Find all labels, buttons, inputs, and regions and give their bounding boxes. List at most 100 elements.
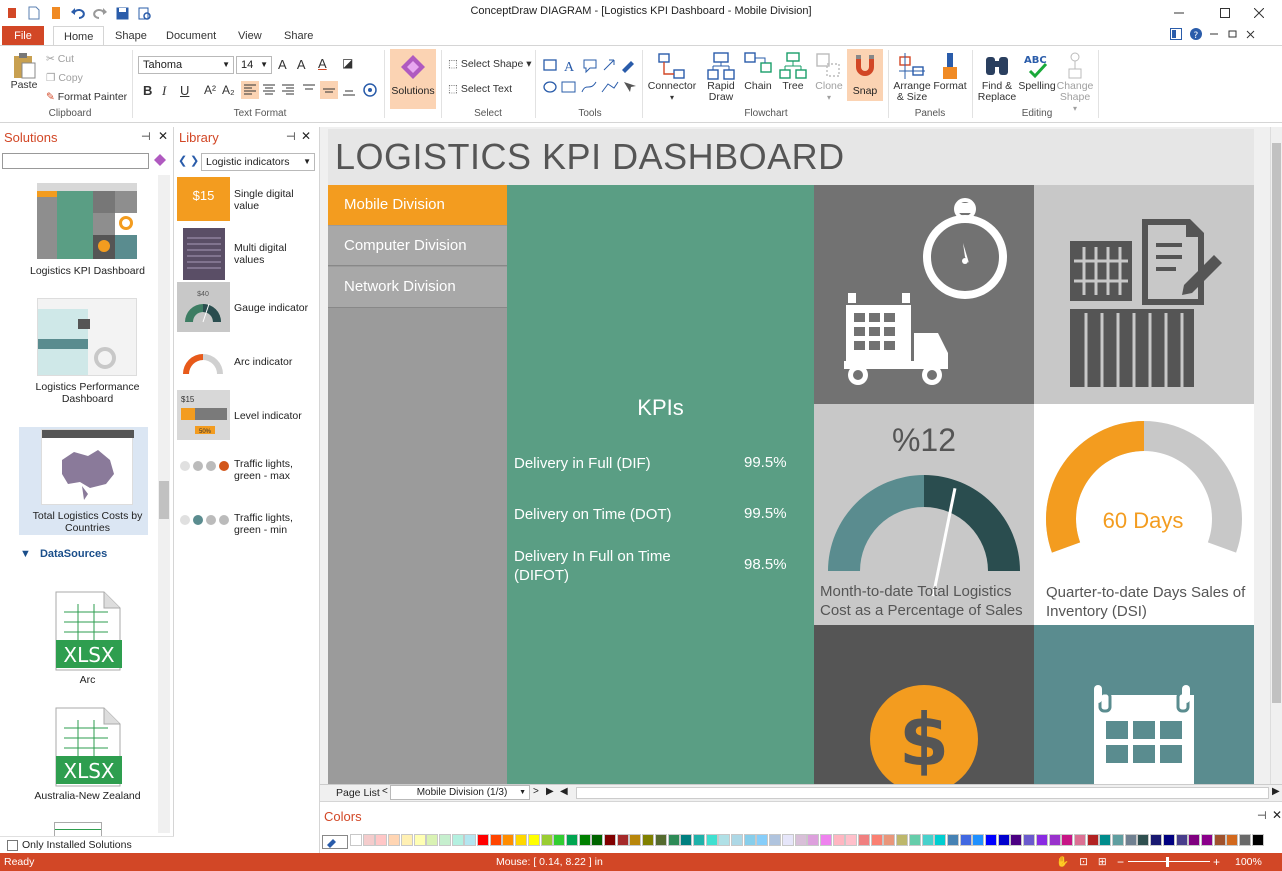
color-swatch[interactable] xyxy=(616,834,629,846)
solution-item-logistics-performance-dashboard[interactable]: Logistics Performance Dashboard xyxy=(20,381,155,405)
pen-tool-icon[interactable] xyxy=(622,61,634,73)
align-bottom-button[interactable] xyxy=(340,81,358,99)
page-end-icon[interactable]: ▶ xyxy=(546,786,554,797)
italic-icon[interactable]: I xyxy=(162,83,166,99)
color-swatch[interactable] xyxy=(565,834,578,846)
spelling-button[interactable]: ABC Spelling xyxy=(1018,51,1056,92)
color-swatch[interactable] xyxy=(781,834,794,846)
color-swatch[interactable] xyxy=(477,834,489,846)
color-swatch[interactable] xyxy=(489,834,502,846)
color-swatch[interactable] xyxy=(388,834,401,846)
close-panel-icon[interactable]: ✕ xyxy=(158,129,168,143)
pin-icon[interactable]: ⊣ xyxy=(1257,809,1267,822)
color-swatch[interactable] xyxy=(667,834,680,846)
tab-view[interactable]: View xyxy=(228,26,272,46)
color-swatch[interactable] xyxy=(731,834,743,846)
color-swatch[interactable] xyxy=(642,834,655,846)
division-tab-network[interactable]: Network Division xyxy=(328,267,507,308)
only-installed-checkbox[interactable] xyxy=(7,840,18,851)
text-settings-icon[interactable] xyxy=(362,82,378,98)
total-logistics-costs-thumbnail[interactable] xyxy=(41,429,134,505)
snap-button[interactable]: Snap xyxy=(847,49,883,101)
color-swatch[interactable] xyxy=(629,834,642,846)
paste-button[interactable]: Paste xyxy=(6,52,42,91)
solution-item-logistics-kpi-dashboard[interactable]: Logistics KPI Dashboard xyxy=(20,265,155,277)
color-swatch[interactable] xyxy=(426,834,439,846)
color-swatch[interactable] xyxy=(604,834,616,846)
text-highlight-icon[interactable]: ◪ xyxy=(342,56,353,70)
library-select[interactable]: Logistic indicators ▼ xyxy=(201,153,315,171)
color-swatch[interactable] xyxy=(985,834,997,846)
library-item-single-digital-value[interactable]: $15 Single digital value xyxy=(177,177,317,229)
datasource-item-australia-new-zealand[interactable]: Australia-New Zealand xyxy=(20,790,155,802)
color-swatch[interactable] xyxy=(680,834,693,846)
color-swatch[interactable] xyxy=(1239,834,1251,846)
color-swatch[interactable] xyxy=(1061,834,1074,846)
font-color-icon[interactable]: A xyxy=(318,56,327,71)
solution-item-total-logistics-costs[interactable]: Total Logistics Costs by Countries xyxy=(20,510,155,534)
tab-share[interactable]: Share xyxy=(274,26,323,46)
minimize-button[interactable] xyxy=(1156,0,1202,26)
hand-icon[interactable]: ✋ xyxy=(1056,853,1069,871)
connector-button[interactable]: Connector ▾ xyxy=(646,51,698,103)
color-swatch[interactable] xyxy=(515,834,528,846)
color-swatch[interactable] xyxy=(654,834,667,846)
color-swatch[interactable] xyxy=(794,834,807,846)
hscroll-left-icon[interactable]: ◀ xyxy=(560,786,568,797)
logistics-performance-dashboard-thumbnail[interactable] xyxy=(37,298,137,376)
xlsx-file-icon[interactable]: XLSX xyxy=(54,706,122,788)
library-item-multi-digital-values[interactable]: Multi digital values xyxy=(177,228,317,280)
xlsx-file-icon[interactable]: XLSX xyxy=(54,590,122,672)
color-swatch[interactable] xyxy=(591,834,604,846)
color-swatch[interactable] xyxy=(578,834,591,846)
library-item-traffic-lights-min[interactable]: Traffic lights, green - min xyxy=(177,498,317,550)
color-swatch[interactable] xyxy=(350,834,362,846)
hscroll-right-icon[interactable]: ▶ xyxy=(1272,786,1280,797)
color-swatch[interactable] xyxy=(883,834,896,846)
page-next-icon[interactable]: > xyxy=(533,786,539,797)
connector-tool-icon[interactable] xyxy=(601,81,619,93)
ellipse-tool-icon[interactable] xyxy=(543,81,557,93)
tab-shape[interactable]: Shape xyxy=(105,26,157,46)
pin-icon[interactable]: ⊣ xyxy=(141,130,151,143)
color-swatch[interactable] xyxy=(718,834,731,846)
zoom-slider-track[interactable] xyxy=(1128,861,1210,862)
color-swatch[interactable] xyxy=(819,834,832,846)
align-center-button[interactable] xyxy=(260,81,278,99)
xlsx-file-icon[interactable] xyxy=(54,822,102,836)
color-swatch[interactable] xyxy=(1150,834,1163,846)
library-item-arc-indicator[interactable]: Arc indicator xyxy=(177,336,317,388)
logistics-kpi-dashboard-thumbnail[interactable] xyxy=(37,183,137,259)
color-swatch[interactable] xyxy=(464,834,477,846)
ribbon-close-icon[interactable] xyxy=(1246,28,1256,40)
color-swatch[interactable] xyxy=(807,834,820,846)
color-swatch[interactable] xyxy=(934,834,947,846)
library-item-traffic-lights-max[interactable]: Traffic lights, green - max xyxy=(177,444,317,496)
division-tab-computer[interactable]: Computer Division xyxy=(328,226,507,266)
color-swatch[interactable] xyxy=(870,834,883,846)
pin-icon[interactable]: ⊣ xyxy=(286,130,296,143)
color-swatch[interactable] xyxy=(1023,834,1036,846)
font-grow-shrink-icons[interactable]: A A xyxy=(278,57,310,72)
color-swatch[interactable] xyxy=(413,834,426,846)
rectangle-tool-icon[interactable] xyxy=(543,59,557,71)
rapid-draw-button[interactable]: Rapid Draw xyxy=(702,51,740,103)
color-swatch[interactable] xyxy=(959,834,972,846)
solutions-scrollbar[interactable] xyxy=(158,175,170,833)
vertical-scroll-thumb[interactable] xyxy=(1272,143,1281,703)
font-size-select[interactable]: 14 ▼ xyxy=(236,56,272,74)
align-left-button[interactable] xyxy=(241,81,259,99)
color-swatch[interactable] xyxy=(972,834,985,846)
select-shape-button[interactable]: ⬚ Select Shape ▾ xyxy=(448,58,532,70)
close-panel-icon[interactable]: ✕ xyxy=(301,129,311,143)
arrange-size-button[interactable]: Arrange & Size xyxy=(892,51,932,103)
color-swatch[interactable] xyxy=(1162,834,1175,846)
align-right-button[interactable] xyxy=(279,81,297,99)
zoom-in-button[interactable]: + xyxy=(1213,853,1220,871)
superscript-icon[interactable]: A² xyxy=(204,83,216,97)
datasource-item-arc[interactable]: Arc xyxy=(20,674,155,686)
align-middle-button[interactable] xyxy=(320,81,338,99)
color-swatch[interactable] xyxy=(1099,834,1112,846)
color-swatch[interactable] xyxy=(756,834,769,846)
color-swatch[interactable] xyxy=(908,834,921,846)
